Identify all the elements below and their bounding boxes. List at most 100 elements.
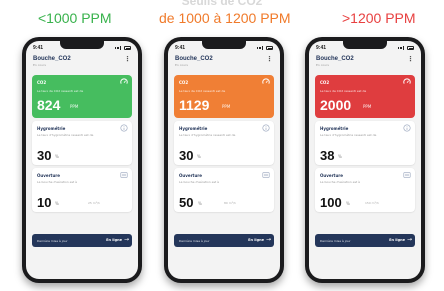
signal-battery-icon: [114, 46, 131, 50]
co2-label: CO2: [179, 80, 189, 85]
ouverture-label: Ouverture: [179, 173, 202, 178]
hygrometrie-unit: %: [338, 154, 342, 159]
vent-icon: [403, 172, 411, 178]
co2-label: CO2: [37, 80, 47, 85]
hygrometrie-label: Hygrométrie: [320, 126, 349, 131]
arrow-right-icon[interactable]: →: [266, 236, 271, 244]
co2-value: 2000: [320, 97, 352, 113]
gauge-icon: [262, 78, 270, 84]
phone-screen: 9:41 Bouche_CO2 En cours ⋮ CO2 Le taux d…: [168, 41, 280, 279]
hygrometrie-label: Hygrométrie: [179, 126, 208, 131]
status-bar: 9:41: [33, 44, 131, 52]
co2-card[interactable]: CO2 Le taux de CO2 ressenti est de 2000 …: [315, 75, 415, 118]
threshold-heading-medium: de 1000 à 1200 PPM: [159, 10, 291, 26]
co2-description: Le taux de CO2 ressenti est de: [37, 89, 84, 93]
ouverture-value: 100: [320, 195, 342, 210]
bar-status: En ligne: [389, 238, 405, 242]
co2-description: Le taux de CO2 ressenti est de: [320, 89, 367, 93]
gauge-icon: [120, 78, 128, 84]
hygrometrie-label: Hygrométrie: [37, 126, 66, 131]
app-header: Bouche_CO2 En cours ⋮: [175, 56, 273, 68]
more-menu-icon[interactable]: ⋮: [266, 56, 273, 63]
gauge-icon: [403, 78, 411, 84]
co2-value: 824: [37, 97, 61, 113]
hygrometrie-value: 38: [320, 148, 335, 163]
phone-screen: 9:41 Bouche_CO2 En cours ⋮ CO2 Le taux d…: [309, 41, 421, 279]
info-icon: [120, 124, 128, 132]
cropped-top-banner: Seuils de CO2: [181, 0, 263, 8]
co2-label: CO2: [320, 80, 330, 85]
info-icon: [262, 124, 270, 132]
signal-battery-icon: [256, 46, 273, 50]
hygrometrie-description: Le taux d'hygrométrie ressenti est de: [37, 133, 94, 137]
ouverture-card[interactable]: Ouverture La bouche d'aération est à 10 …: [32, 168, 132, 212]
status-time: 9:41: [33, 45, 44, 51]
hygrometrie-description: Le taux d'hygrométrie ressenti est de: [320, 133, 377, 137]
ouverture-description: La bouche d'aération est à: [179, 180, 220, 184]
threshold-heading-high: >1200 PPM: [342, 10, 416, 26]
co2-value: 1129: [179, 97, 210, 113]
ouverture-label: Ouverture: [320, 173, 343, 178]
bottom-status-bar[interactable]: Dernière mise à jour En ligne →: [32, 234, 132, 247]
ouverture-unit: %: [55, 201, 59, 206]
hygrometrie-card[interactable]: Hygrométrie Le taux d'hygrométrie ressen…: [174, 121, 274, 165]
arrow-right-icon[interactable]: →: [124, 236, 129, 244]
bar-text: Dernière mise à jour: [37, 239, 68, 243]
ouverture-flow: 80 m³/h: [224, 201, 236, 205]
co2-unit: PPM: [222, 104, 231, 109]
bar-text: Dernière mise à jour: [179, 239, 210, 243]
ouverture-value: 50: [179, 195, 194, 210]
ouverture-card[interactable]: Ouverture La bouche d'aération est à 100…: [315, 168, 415, 212]
device-title: Bouche_CO2: [33, 56, 71, 62]
device-subtitle: En cours: [316, 63, 329, 67]
hygrometrie-card[interactable]: Hygrométrie Le taux d'hygrométrie ressen…: [315, 121, 415, 165]
vent-icon: [120, 172, 128, 178]
ouverture-flow: 25 m³/h: [88, 201, 100, 205]
ouverture-unit: %: [198, 201, 202, 206]
phone-mockup-low: 9:41 Bouche_CO2 En cours ⋮ CO2 Le taux d…: [22, 37, 142, 283]
device-subtitle: En cours: [175, 63, 188, 67]
hygrometrie-unit: %: [197, 154, 201, 159]
status-time: 9:41: [175, 45, 186, 51]
phone-mockup-high: 9:41 Bouche_CO2 En cours ⋮ CO2 Le taux d…: [305, 37, 425, 283]
bar-status: En ligne: [106, 238, 122, 242]
ouverture-value: 10: [37, 195, 52, 210]
ouverture-label: Ouverture: [37, 173, 60, 178]
info-icon: [403, 124, 411, 132]
status-bar: 9:41: [175, 44, 273, 52]
co2-description: Le taux de CO2 ressenti est de: [179, 89, 226, 93]
hygrometrie-unit: %: [55, 154, 59, 159]
co2-card[interactable]: CO2 Le taux de CO2 ressenti est de 824 P…: [32, 75, 132, 118]
status-time: 9:41: [316, 45, 327, 51]
ouverture-card[interactable]: Ouverture La bouche d'aération est à 50 …: [174, 168, 274, 212]
app-header: Bouche_CO2 En cours ⋮: [33, 56, 131, 68]
co2-card[interactable]: CO2 Le taux de CO2 ressenti est de 1129 …: [174, 75, 274, 118]
ouverture-unit: %: [346, 201, 350, 206]
status-bar: 9:41: [316, 44, 414, 52]
ouverture-description: La bouche d'aération est à: [320, 180, 361, 184]
co2-unit: PPM: [363, 104, 372, 109]
bar-status: En ligne: [248, 238, 264, 242]
device-subtitle: En cours: [33, 63, 46, 67]
app-header: Bouche_CO2 En cours ⋮: [316, 56, 414, 68]
bottom-status-bar[interactable]: Dernière mise à jour En ligne →: [315, 234, 415, 247]
hygrometrie-value: 30: [179, 148, 194, 163]
ouverture-flow: 150 m³/h: [365, 201, 379, 205]
hygrometrie-description: Le taux d'hygrométrie ressenti est de: [179, 133, 236, 137]
bottom-status-bar[interactable]: Dernière mise à jour En ligne →: [174, 234, 274, 247]
device-title: Bouche_CO2: [175, 56, 213, 62]
ouverture-description: La bouche d'aération est à: [37, 180, 78, 184]
arrow-right-icon[interactable]: →: [407, 236, 412, 244]
co2-unit: PPM: [70, 104, 79, 109]
vent-icon: [262, 172, 270, 178]
signal-battery-icon: [397, 46, 414, 50]
device-title: Bouche_CO2: [316, 56, 354, 62]
hygrometrie-card[interactable]: Hygrométrie Le taux d'hygrométrie ressen…: [32, 121, 132, 165]
phone-mockup-medium: 9:41 Bouche_CO2 En cours ⋮ CO2 Le taux d…: [164, 37, 284, 283]
threshold-heading-low: <1000 PPM: [38, 10, 112, 26]
hygrometrie-value: 30: [37, 148, 52, 163]
more-menu-icon[interactable]: ⋮: [407, 56, 414, 63]
more-menu-icon[interactable]: ⋮: [124, 56, 131, 63]
bar-text: Dernière mise à jour: [320, 239, 351, 243]
phone-screen: 9:41 Bouche_CO2 En cours ⋮ CO2 Le taux d…: [26, 41, 138, 279]
